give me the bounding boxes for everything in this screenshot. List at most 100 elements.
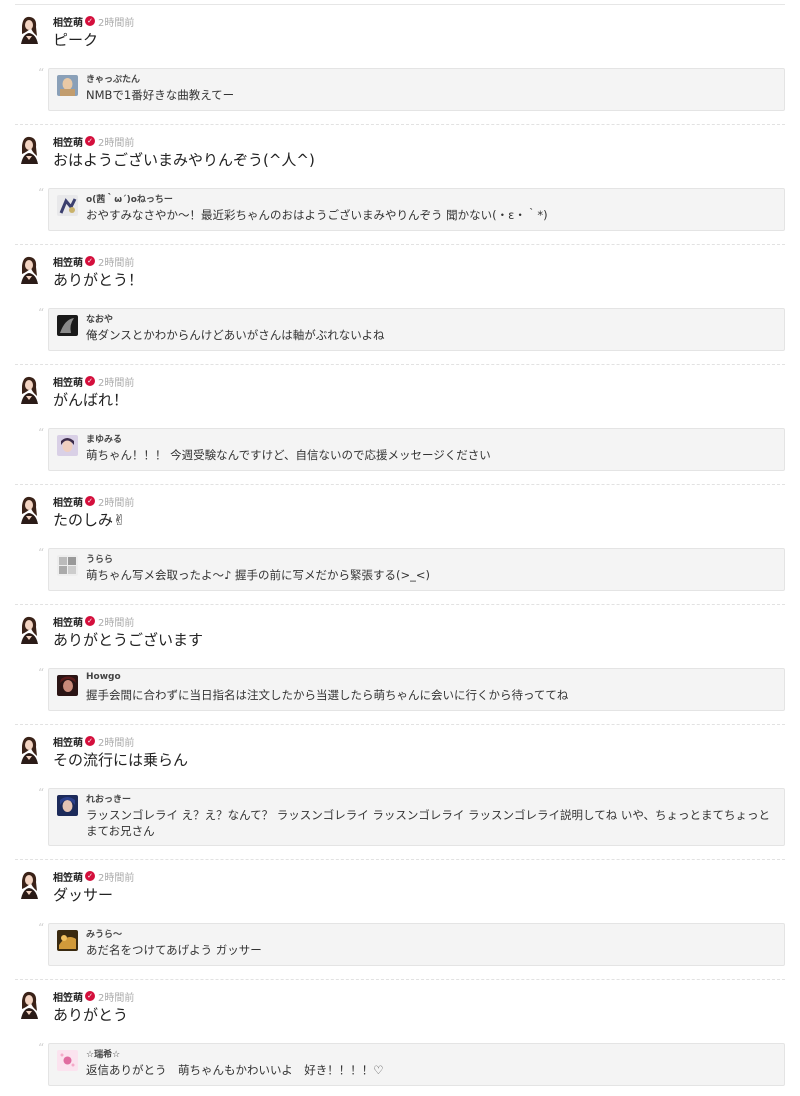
reply-text: ありがとうございます — [53, 631, 204, 649]
author-avatar[interactable] — [17, 374, 41, 404]
post-time: 2時間前 — [98, 257, 135, 269]
fan-avatar[interactable] — [57, 435, 78, 456]
fan-message: 返信ありがとう 萌ちゃんもかわいいよ 好き！！！！♡ — [86, 1063, 384, 1077]
fan-name[interactable]: まゆみる — [86, 432, 122, 445]
fan-message: あだ名をつけてあげよう ガッサー — [86, 943, 262, 957]
quoted-message: o(茜｀ω´)oねっちー おやすみなさやか〜！最近彩ちゃんのおはようございまみや… — [48, 188, 785, 231]
fan-avatar[interactable] — [57, 315, 78, 336]
author-row: 相笠萌 ✓ 2時間前 — [53, 374, 134, 389]
quoted-message: Howgo 握手会間に合わずに当日指名は注文したから当選したら萌ちゃんに会いに行… — [48, 668, 785, 711]
fan-name[interactable]: o(茜｀ω´)oねっちー — [86, 192, 173, 205]
author-name[interactable]: 相笠萌 — [53, 989, 83, 1004]
quoted-message: なおや 俺ダンスとかわからんけどあいがさんは軸がぶれないよね — [48, 308, 785, 351]
author-name[interactable]: 相笠萌 — [53, 869, 83, 884]
reply-text: がんばれ！ — [53, 391, 129, 409]
author-row: 相笠萌 ✓ 2時間前 — [53, 494, 135, 509]
author-avatar[interactable] — [17, 494, 41, 524]
author-row: 相笠萌 ✓ 2時間前 — [53, 14, 135, 29]
fan-name[interactable]: なおや — [86, 312, 113, 325]
fan-avatar[interactable] — [57, 675, 78, 696]
quote-icon: “ — [38, 1041, 45, 1055]
check-icon: ✓ — [85, 136, 95, 146]
quote-icon: “ — [38, 66, 45, 80]
fan-avatar[interactable] — [57, 75, 78, 96]
post-divider — [15, 724, 785, 725]
author-avatar[interactable] — [17, 869, 41, 899]
post-time: 2時間前 — [98, 17, 135, 29]
author-row: 相笠萌 ✓ 2時間前 — [53, 134, 135, 149]
top-divider — [15, 4, 785, 5]
fan-name[interactable]: ☆瑞希☆ — [86, 1047, 120, 1060]
author-avatar[interactable] — [17, 989, 41, 1019]
author-name[interactable]: 相笠萌 — [53, 254, 83, 269]
quote-icon: “ — [38, 306, 45, 320]
author-avatar[interactable] — [17, 254, 41, 284]
check-icon: ✓ — [85, 376, 95, 386]
fan-name[interactable]: きゃっぷたん — [86, 72, 140, 85]
check-icon: ✓ — [85, 736, 95, 746]
author-row: 相笠萌 ✓ 2時間前 — [53, 614, 135, 629]
author-row: 相笠萌 ✓ 2時間前 — [53, 989, 135, 1004]
check-icon: ✓ — [85, 871, 95, 881]
reply-text: ダッサー — [53, 886, 114, 904]
quote-icon: “ — [38, 186, 45, 200]
quoted-message: れおっきー ラッスンゴレライ え？え？なんて？ ラッスンゴレライ ラッスンゴレラ… — [48, 788, 785, 846]
post-time: 2時間前 — [98, 137, 135, 149]
author-avatar[interactable] — [17, 134, 41, 164]
fan-message: 握手会間に合わずに当日指名は注文したから当選したら萌ちゃんに会いに行くから待って… — [86, 688, 569, 702]
post-divider — [15, 979, 785, 980]
author-name[interactable]: 相笠萌 — [53, 734, 83, 749]
post-time: 2時間前 — [98, 992, 135, 1004]
fan-avatar[interactable] — [57, 795, 78, 816]
fan-message: 萌ちゃん写メ会取ったよ～♪ 握手の前に写メだから緊張する(>_<) — [86, 568, 430, 582]
fan-name[interactable]: うらら — [86, 552, 113, 565]
reply-text: おはようございまみやりんぞう(^人^) — [53, 151, 315, 169]
check-icon: ✓ — [85, 256, 95, 266]
post-divider — [15, 244, 785, 245]
quote-icon: “ — [38, 921, 45, 935]
fan-avatar[interactable] — [57, 930, 78, 951]
fan-message: 萌ちゃん！！！ 今週受験なんですけど、自信ないので応援メッセージください — [86, 448, 491, 462]
author-name[interactable]: 相笠萌 — [53, 614, 83, 629]
author-avatar[interactable] — [17, 614, 41, 644]
fan-avatar[interactable] — [57, 195, 78, 216]
fan-avatar[interactable] — [57, 1050, 78, 1071]
quoted-message: ☆瑞希☆ 返信ありがとう 萌ちゃんもかわいいよ 好き！！！！♡ — [48, 1043, 785, 1086]
check-icon: ✓ — [85, 616, 95, 626]
quoted-message: きゃっぷたん NMBで1番好きな曲教えてー — [48, 68, 785, 111]
fan-avatar[interactable] — [57, 555, 78, 576]
quote-icon: “ — [38, 546, 45, 560]
quoted-message: みうら～ あだ名をつけてあげよう ガッサー — [48, 923, 785, 966]
fan-name[interactable]: Howgo — [86, 672, 121, 682]
post-divider — [15, 124, 785, 125]
quoted-message: まゆみる 萌ちゃん！！！ 今週受験なんですけど、自信ないので応援メッセージくださ… — [48, 428, 785, 471]
author-name[interactable]: 相笠萌 — [53, 374, 83, 389]
reply-text: ピーク — [53, 31, 99, 49]
reply-text: たのしみ✌ — [53, 511, 126, 529]
author-name[interactable]: 相笠萌 — [53, 134, 83, 149]
post-time: 2時間前 — [98, 737, 135, 749]
author-name[interactable]: 相笠萌 — [53, 14, 83, 29]
post-divider — [15, 859, 785, 860]
author-row: 相笠萌 ✓ 2時間前 — [53, 869, 134, 884]
quote-icon: “ — [38, 666, 45, 680]
fan-message: 俺ダンスとかわからんけどあいがさんは軸がぶれないよね — [86, 328, 385, 342]
author-row: 相笠萌 ✓ 2時間前 — [53, 734, 135, 749]
post-divider — [15, 364, 785, 365]
check-icon: ✓ — [85, 16, 95, 26]
reply-text: ありがとう！ — [53, 271, 144, 289]
reply-text: ありがとう — [53, 1006, 129, 1024]
author-name[interactable]: 相笠萌 — [53, 494, 83, 509]
fan-message: NMBで1番好きな曲教えてー — [86, 88, 235, 102]
quote-icon: “ — [38, 786, 45, 800]
fan-name[interactable]: れおっきー — [86, 792, 131, 805]
fan-name[interactable]: みうら～ — [86, 927, 122, 940]
fan-message: ラッスンゴレライ え？え？なんて？ ラッスンゴレライ ラッスンゴレライ ラッスン… — [86, 808, 771, 838]
quoted-message: うらら 萌ちゃん写メ会取ったよ～♪ 握手の前に写メだから緊張する(>_<) — [48, 548, 785, 591]
quote-icon: “ — [38, 426, 45, 440]
author-avatar[interactable] — [17, 734, 41, 764]
post-time: 2時間前 — [98, 617, 135, 629]
author-avatar[interactable] — [17, 14, 41, 44]
post-time: 2時間前 — [98, 497, 135, 509]
post-divider — [15, 484, 785, 485]
